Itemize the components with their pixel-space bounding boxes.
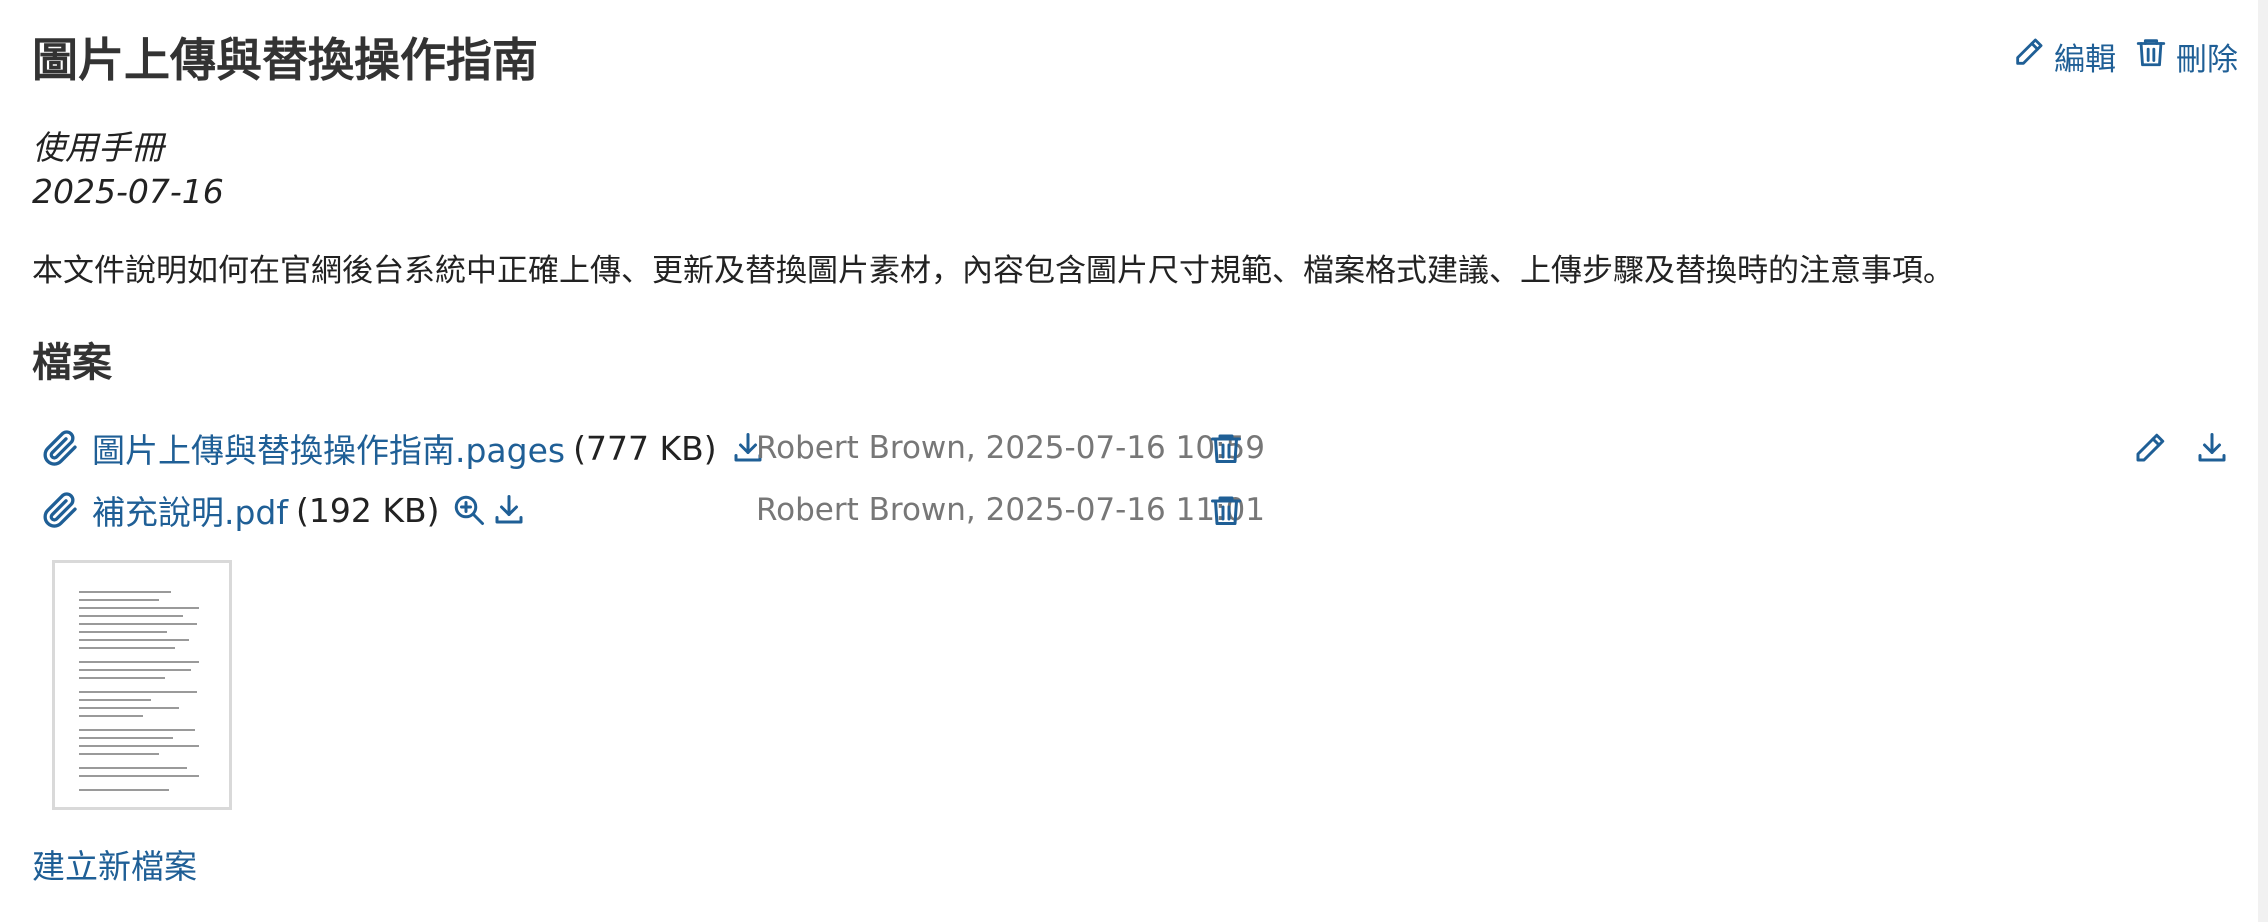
document-description: 本文件說明如何在官網後台系統中正確上傳、更新及替換圖片素材，內容包含圖片尺寸規範…	[32, 253, 1954, 289]
delete-label: 刪除	[2176, 41, 2238, 78]
thumbnail-text-line	[79, 691, 197, 693]
page-title: 圖片上傳與替換操作指南	[32, 33, 538, 87]
header-actions: 編輯 刪除	[2012, 34, 2238, 78]
thumbnail-text-line	[79, 639, 189, 641]
thumbnail-text-line	[79, 729, 195, 731]
download-icon[interactable]	[2194, 430, 2232, 468]
file-row: 補充說明.pdf (192 KB)	[40, 486, 528, 534]
thumbnail-text-line	[79, 737, 173, 739]
thumbnail-text-line	[79, 591, 171, 593]
thumbnail-text-line	[79, 661, 199, 663]
thumbnail-text-line	[79, 707, 179, 709]
delete-button[interactable]: 刪除	[2134, 34, 2238, 79]
thumbnail-text-line	[79, 745, 199, 747]
trash-icon[interactable]	[1208, 492, 1246, 530]
thumbnail-text-line	[79, 631, 167, 633]
file-row: 圖片上傳與替換操作指南.pages (777 KB)	[40, 424, 767, 472]
thumbnail-text-line	[79, 599, 159, 601]
edit-label: 編輯	[2054, 41, 2116, 78]
paperclip-icon	[40, 428, 80, 468]
download-icon[interactable]	[490, 491, 528, 529]
trash-icon[interactable]	[1208, 430, 1246, 468]
file-size: (777 KB)	[573, 428, 717, 468]
pencil-icon	[2012, 35, 2046, 77]
pdf-thumbnail[interactable]	[52, 560, 232, 810]
thumbnail-text-line	[79, 775, 199, 777]
scrollbar-track[interactable]	[2258, 0, 2268, 922]
thumbnail-text-line	[79, 615, 183, 617]
file-size: (192 KB)	[296, 490, 440, 530]
thumbnail-text-line	[79, 715, 143, 717]
edit-button[interactable]: 編輯	[2012, 34, 2116, 79]
thumbnail-text-line	[79, 699, 151, 701]
document-date: 2025-07-16	[32, 172, 224, 211]
thumbnail-text-line	[79, 767, 187, 769]
file-meta: Robert Brown, 2025-07-16 11:01	[756, 492, 1265, 528]
pencil-icon[interactable]	[2132, 430, 2170, 468]
file-link[interactable]: 補充說明.pdf	[92, 486, 288, 534]
thumbnail-text-line	[79, 669, 191, 671]
thumbnail-text-line	[79, 677, 165, 679]
thumbnail-text-line	[79, 647, 175, 649]
thumbnail-text-line	[79, 623, 197, 625]
trash-icon	[2134, 35, 2168, 77]
document-category: 使用手冊	[32, 128, 164, 167]
thumbnail-text-line	[79, 789, 169, 791]
file-meta: Robert Brown, 2025-07-16 10:59	[756, 430, 1265, 466]
create-new-file-link[interactable]: 建立新檔案	[32, 842, 197, 892]
thumbnail-text-line	[79, 607, 199, 609]
zoom-in-icon[interactable]	[450, 491, 488, 529]
thumbnail-text-line	[79, 753, 159, 755]
paperclip-icon	[40, 490, 80, 530]
files-heading: 檔案	[32, 340, 112, 386]
file-link[interactable]: 圖片上傳與替換操作指南.pages	[92, 424, 565, 472]
